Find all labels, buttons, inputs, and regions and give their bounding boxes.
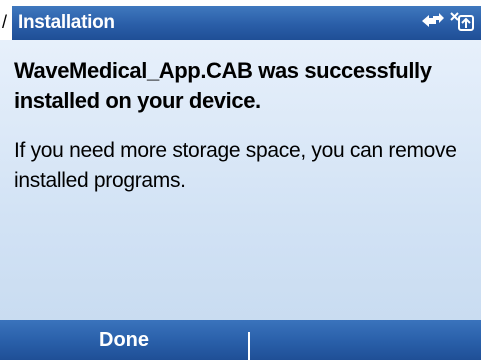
window-title: Installation (18, 12, 115, 33)
title-bar: Installation (12, 6, 481, 40)
storage-hint: If you need more storage space, you can … (14, 139, 457, 192)
right-softkey[interactable] (250, 320, 481, 360)
status-icons (419, 11, 475, 35)
dialog-content: WaveMedical_App.CAB was successfully ins… (0, 40, 481, 320)
sync-icon[interactable] (449, 9, 475, 38)
softkey-bar: Done (0, 320, 481, 360)
done-button[interactable]: Done (0, 320, 248, 360)
breadcrumb-slash: / (2, 12, 8, 32)
connectivity-icon[interactable] (419, 10, 445, 37)
success-message: WaveMedical_App.CAB was successfully ins… (14, 58, 432, 113)
